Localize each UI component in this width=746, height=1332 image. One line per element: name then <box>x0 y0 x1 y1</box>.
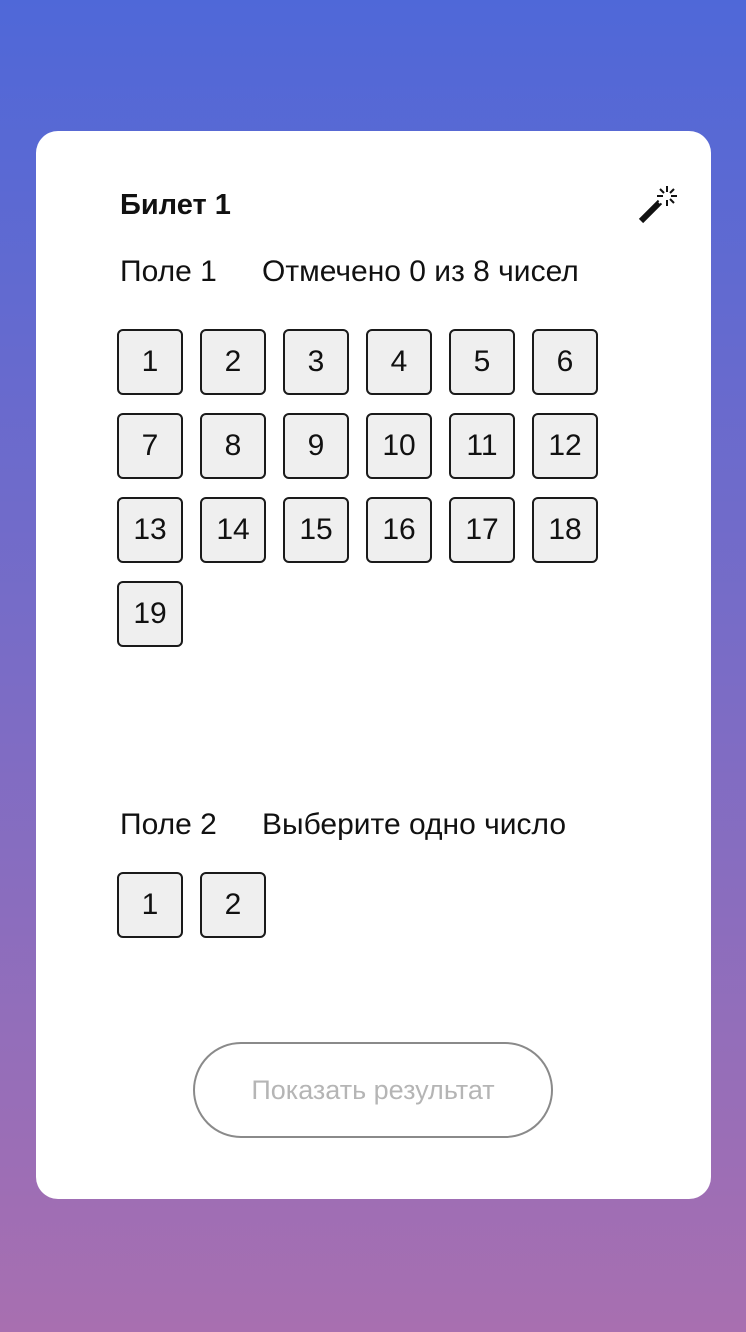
field1-number-4[interactable]: 4 <box>366 329 432 395</box>
ticket-card: Билет 1 Поле 1 Отмечено 0 из 8 чисел 1 2… <box>36 131 711 1199</box>
field1-number-12[interactable]: 12 <box>532 413 598 479</box>
field1-number-18[interactable]: 18 <box>532 497 598 563</box>
field2-hint: Выберите одно число <box>262 808 566 841</box>
ticket-title: Билет 1 <box>120 189 231 221</box>
field1-number-7[interactable]: 7 <box>117 413 183 479</box>
field1-number-3[interactable]: 3 <box>283 329 349 395</box>
field1-number-15[interactable]: 15 <box>283 497 349 563</box>
field1-number-5[interactable]: 5 <box>449 329 515 395</box>
field1-number-19[interactable]: 19 <box>117 581 183 647</box>
field1-number-16[interactable]: 16 <box>366 497 432 563</box>
field1-number-8[interactable]: 8 <box>200 413 266 479</box>
field1-header: Поле 1 Отмечено 0 из 8 чисел <box>120 255 579 289</box>
field1-number-6[interactable]: 6 <box>532 329 598 395</box>
show-result-button[interactable]: Показать результат <box>193 1042 553 1138</box>
field2-number-1[interactable]: 1 <box>117 872 183 938</box>
field2-label: Поле 2 <box>120 808 217 841</box>
field1-number-9[interactable]: 9 <box>283 413 349 479</box>
field1-number-11[interactable]: 11 <box>449 413 515 479</box>
field1-number-2[interactable]: 2 <box>200 329 266 395</box>
autofill-button[interactable] <box>634 183 680 229</box>
field1-grid: 1 2 3 4 5 6 7 8 9 10 11 12 13 14 15 16 1… <box>117 329 598 647</box>
field1-number-13[interactable]: 13 <box>117 497 183 563</box>
field2-grid: 1 2 <box>117 872 598 938</box>
field1-label: Поле 1 <box>120 255 217 288</box>
field1-number-14[interactable]: 14 <box>200 497 266 563</box>
magic-wand-icon <box>638 186 677 224</box>
field2-number-2[interactable]: 2 <box>200 872 266 938</box>
field1-number-10[interactable]: 10 <box>366 413 432 479</box>
field1-number-17[interactable]: 17 <box>449 497 515 563</box>
field2-header: Поле 2 Выберите одно число <box>120 808 566 842</box>
field1-number-1[interactable]: 1 <box>117 329 183 395</box>
field1-hint: Отмечено 0 из 8 чисел <box>262 255 579 288</box>
